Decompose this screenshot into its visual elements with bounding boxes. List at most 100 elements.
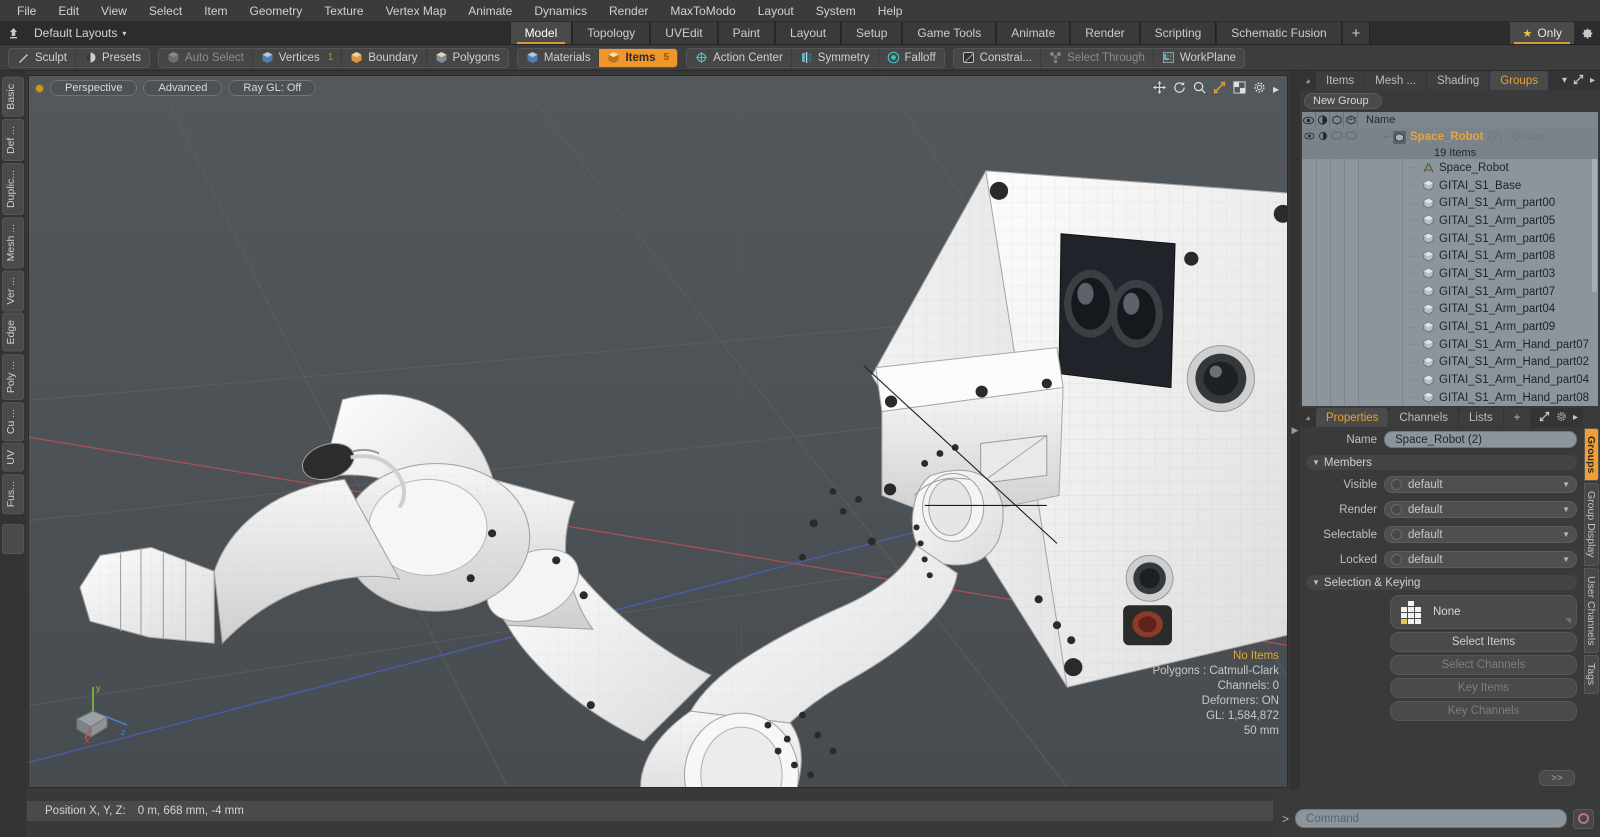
side-tab-user-channels[interactable]: User Channels <box>1584 567 1599 654</box>
axis-gizmo[interactable]: y z x <box>67 679 131 745</box>
symmetry-button[interactable]: Symmetry <box>791 48 879 67</box>
shade-toggle-a[interactable] <box>1330 131 1344 143</box>
tool-tab-duplicate[interactable]: Duplic... <box>2 162 24 215</box>
panel-tab-shading[interactable]: Shading <box>1427 71 1490 90</box>
tab-paint[interactable]: Paint <box>717 22 776 44</box>
gear-icon[interactable] <box>1253 81 1266 96</box>
vertices-button[interactable]: Vertices 1 <box>252 48 343 67</box>
select-through-button[interactable]: Select Through <box>1041 48 1154 67</box>
fit-icon[interactable] <box>1213 81 1226 96</box>
record-icon[interactable] <box>1573 808 1594 829</box>
expand-icon[interactable] <box>1573 73 1584 88</box>
visible-dropdown[interactable]: default ▼ <box>1384 476 1577 493</box>
tab-render[interactable]: Render <box>1070 22 1140 44</box>
side-tab-groups[interactable]: Groups <box>1584 428 1599 482</box>
panel-tab-items[interactable]: Items <box>1316 71 1365 90</box>
constraint-button[interactable]: Constrai... <box>953 48 1042 67</box>
tool-tab-uv[interactable]: UV <box>2 443 24 472</box>
list-item[interactable]: ⋯ GITAI_S1_Arm_part09 <box>1302 318 1598 336</box>
new-group-button[interactable]: New Group <box>1304 93 1382 109</box>
shade-toggle-b[interactable] <box>1344 131 1358 143</box>
menu-item-layout[interactable]: Layout <box>747 1 805 21</box>
render-icon[interactable] <box>1316 131 1330 144</box>
panel-collapse-arrow[interactable]: ▶ <box>1290 71 1300 790</box>
tab-schematic-fusion[interactable]: Schematic Fusion <box>1216 22 1342 44</box>
left-rail-extra-panel[interactable] <box>2 524 24 555</box>
tool-tab-mesh[interactable]: Mesh ... <box>2 216 24 268</box>
gear-icon[interactable] <box>1556 411 1567 425</box>
workplane-button[interactable]: WorkPlane <box>1153 48 1244 67</box>
list-item[interactable]: ⋯ GITAI_S1_Arm_Hand_part04 <box>1302 371 1598 389</box>
tab-scripting[interactable]: Scripting <box>1139 22 1217 44</box>
selectable-dropdown[interactable]: default ▼ <box>1384 526 1577 543</box>
list-item[interactable]: ⋯ Space_Robot <box>1302 159 1598 177</box>
chevron-right-icon[interactable]: ▸ <box>1590 75 1595 86</box>
shade-icon[interactable] <box>1330 112 1344 128</box>
visibility-icon[interactable] <box>1302 132 1316 143</box>
tab-layout[interactable]: Layout <box>775 22 842 44</box>
menu-item-maxtomodo[interactable]: MaxToModo <box>659 1 746 21</box>
chevron-right-icon[interactable]: ▸ <box>1573 412 1578 423</box>
menu-item-vertex-map[interactable]: Vertex Map <box>375 1 458 21</box>
chevron-right-icon[interactable]: ▸ <box>1273 83 1279 95</box>
menu-item-help[interactable]: Help <box>867 1 914 21</box>
group-tree[interactable]: ⌐ Space_Robot (2) : Group 19 Items ⋯ Spa… <box>1302 128 1598 406</box>
properties-menu-dot-icon[interactable]: ◕ <box>1300 408 1316 427</box>
command-input[interactable]: Command <box>1295 809 1567 828</box>
boundary-button[interactable]: Boundary <box>342 48 427 67</box>
menu-item-system[interactable]: System <box>805 1 867 21</box>
tool-tab-vertex[interactable]: Ver ... <box>2 270 24 312</box>
list-item[interactable]: ⋯ GITAI_S1_Arm_Hand_part08 <box>1302 389 1598 406</box>
tool-tab-deform[interactable]: Def ... <box>2 118 24 161</box>
list-item[interactable]: ⋯ GITAI_S1_Arm_part07 <box>1302 283 1598 301</box>
tab-setup[interactable]: Setup <box>841 22 903 44</box>
channel-knob-icon[interactable] <box>1391 529 1402 540</box>
list-item[interactable]: ⋯ GITAI_S1_Arm_Hand_part02 <box>1302 354 1598 372</box>
viewport-shading-menu[interactable]: Advanced <box>143 80 223 96</box>
tab-channels[interactable]: Channels <box>1389 408 1459 427</box>
gear-icon[interactable] <box>1574 22 1600 44</box>
menu-item-file[interactable]: File <box>6 1 47 21</box>
channel-knob-icon[interactable] <box>1391 479 1402 490</box>
chevron-down-icon[interactable]: ▾ <box>1562 75 1567 86</box>
zoom-icon[interactable] <box>1193 81 1206 96</box>
grid-icon[interactable] <box>1233 81 1246 96</box>
tool-tab-basic[interactable]: Basic <box>2 77 24 117</box>
layout-preset-dropdown[interactable]: Default Layouts ▾ <box>26 22 134 44</box>
menu-item-dynamics[interactable]: Dynamics <box>523 1 598 21</box>
tab-model[interactable]: Model <box>509 22 573 44</box>
tab-topology[interactable]: Topology <box>572 22 651 44</box>
menu-item-render[interactable]: Render <box>598 1 659 21</box>
menu-item-view[interactable]: View <box>90 1 138 21</box>
add-tab-button[interactable]: + <box>1341 22 1371 44</box>
members-section-header[interactable]: ▼ Members <box>1306 455 1577 470</box>
expand-icon[interactable] <box>1539 410 1550 425</box>
auto-select-button[interactable]: Auto Select <box>158 48 253 67</box>
tab-lists[interactable]: Lists <box>1459 408 1503 427</box>
list-item[interactable]: ⋯ GITAI_S1_Arm_part03 <box>1302 265 1598 283</box>
menu-item-texture[interactable]: Texture <box>313 1 374 21</box>
tab-animate[interactable]: Animate <box>996 22 1071 44</box>
select-items-button[interactable]: Select Items <box>1390 632 1577 652</box>
locked-dropdown[interactable]: default ▼ <box>1384 551 1577 568</box>
tab-properties[interactable]: Properties <box>1316 408 1389 427</box>
menu-item-animate[interactable]: Animate <box>457 1 523 21</box>
panel-menu-dot-icon[interactable]: ◕ <box>1300 71 1316 90</box>
list-item[interactable]: ⋯ GITAI_S1_Base <box>1302 177 1598 195</box>
list-item[interactable]: ⋯ GITAI_S1_Arm_part06 <box>1302 230 1598 248</box>
tab-game-tools[interactable]: Game Tools <box>902 22 997 44</box>
viewport-3d[interactable]: Perspective Advanced Ray GL: Off ▸ No It… <box>28 75 1288 788</box>
home-icon[interactable] <box>0 22 26 44</box>
side-tab-tags[interactable]: Tags <box>1584 655 1599 694</box>
selection-set-picker[interactable]: None <box>1390 595 1577 629</box>
materials-button[interactable]: Materials <box>517 48 600 67</box>
falloff-button[interactable]: Falloff <box>878 48 944 67</box>
viewport-raygl-menu[interactable]: Ray GL: Off <box>228 80 317 96</box>
shade2-icon[interactable] <box>1344 112 1358 128</box>
render-dropdown[interactable]: default ▼ <box>1384 501 1577 518</box>
render-icon[interactable] <box>1316 112 1330 128</box>
list-item[interactable]: ⋯ GITAI_S1_Arm_Hand_part07 <box>1302 336 1598 354</box>
viewport-perspective-menu[interactable]: Perspective <box>50 80 138 96</box>
polygons-button[interactable]: Polygons <box>426 48 508 67</box>
tool-tab-polygon[interactable]: Poly ... <box>2 353 24 401</box>
